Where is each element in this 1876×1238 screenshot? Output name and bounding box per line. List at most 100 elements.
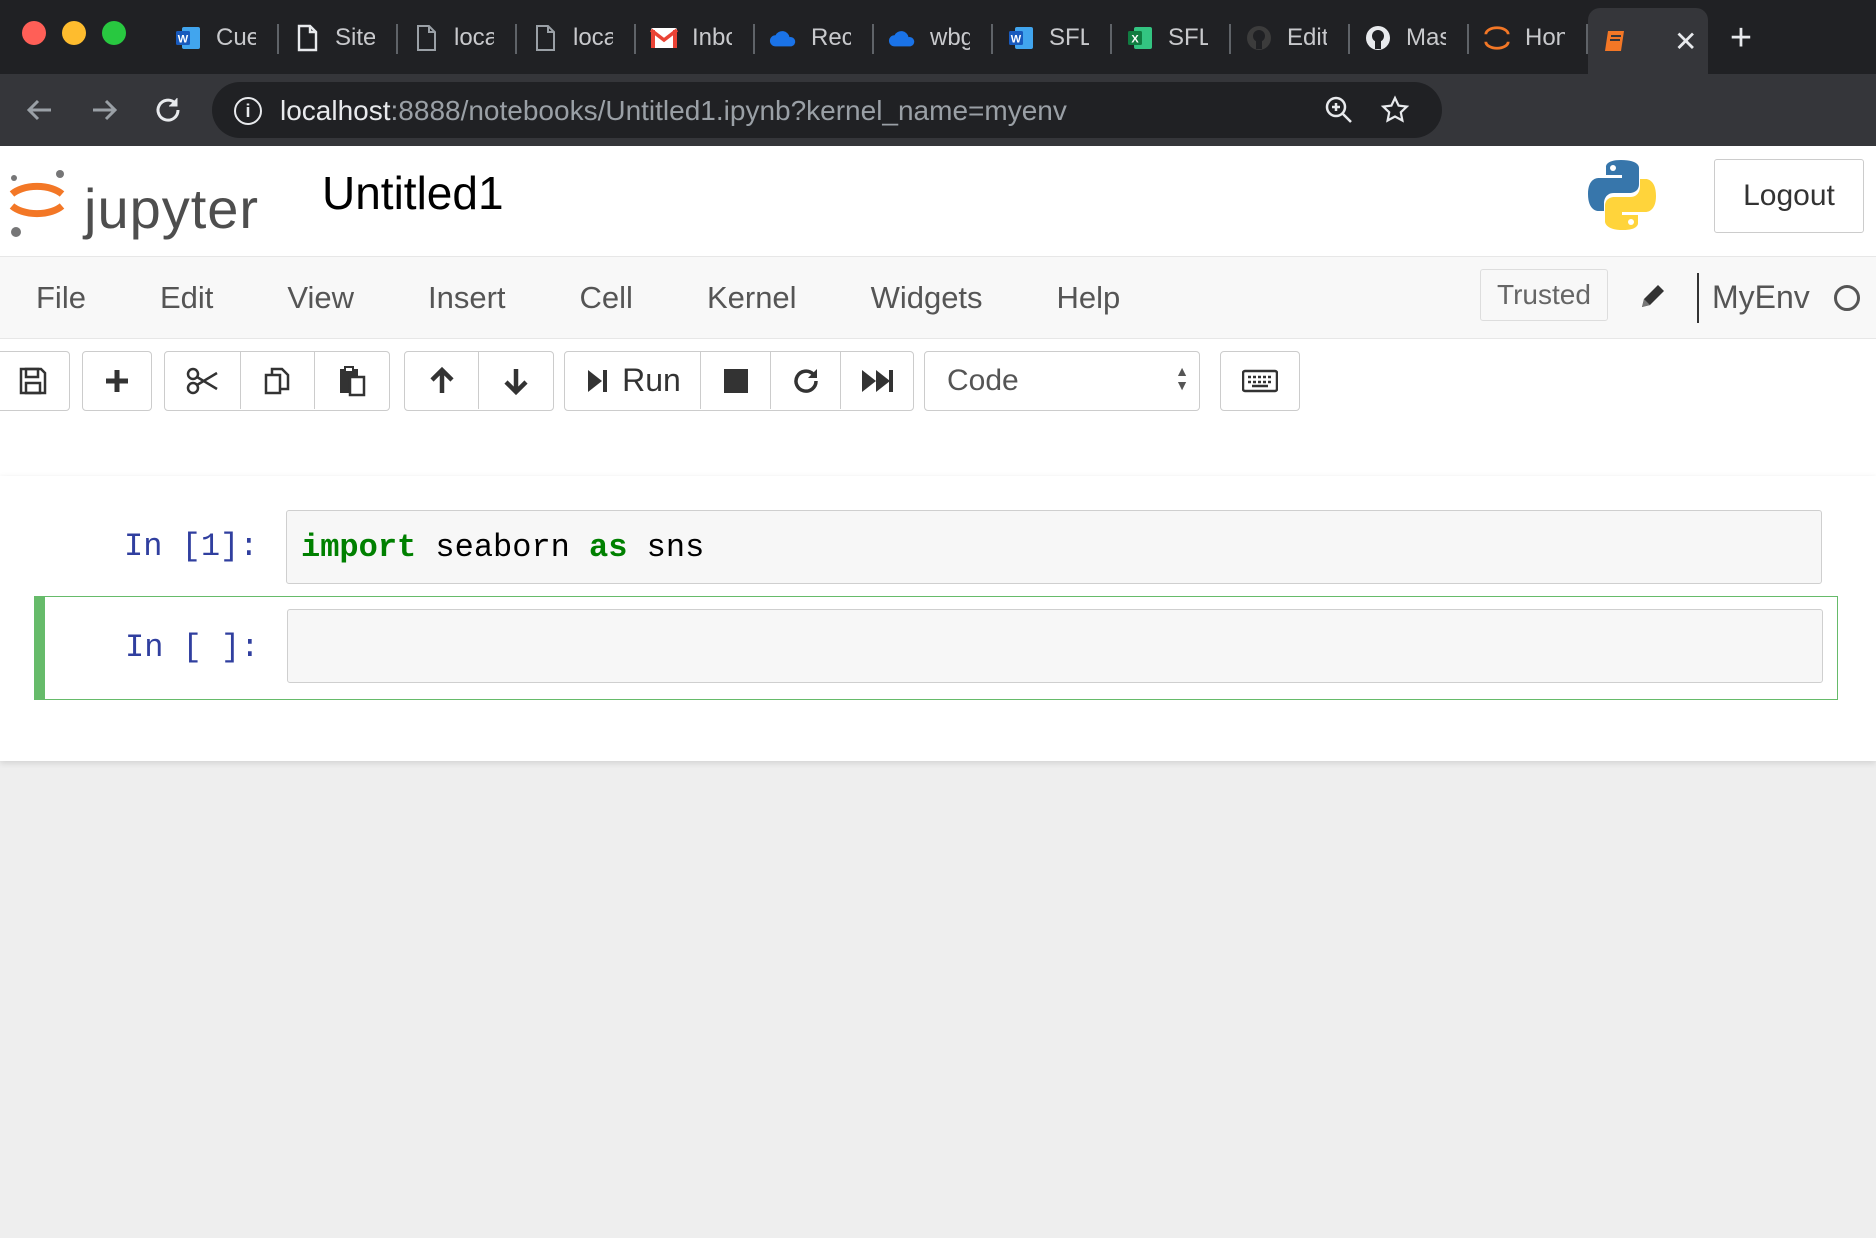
- tab-title: SFL: [1168, 24, 1208, 51]
- restart-button[interactable]: [771, 352, 841, 409]
- minimize-window-button[interactable]: [62, 21, 86, 45]
- tab-strip: W Cue Site loca loca Inbo: [160, 8, 1768, 74]
- maximize-window-button[interactable]: [102, 21, 126, 45]
- select-arrows-icon: ▲ ▼: [1175, 363, 1189, 393]
- fast-forward-icon: [862, 369, 893, 392]
- browser-tab[interactable]: wbg: [874, 8, 993, 68]
- interrupt-button[interactable]: [701, 352, 771, 409]
- bookmark-star-icon[interactable]: [1380, 95, 1410, 125]
- arrow-down-icon: [504, 368, 528, 395]
- copy-button[interactable]: [241, 352, 315, 409]
- word-icon: W: [1007, 24, 1035, 52]
- move-group: [404, 351, 554, 411]
- menubar: File Edit View Insert Cell Kernel Widget…: [0, 257, 1876, 339]
- notebook-page: jupyter Untitled1 Logout File Edit View …: [0, 146, 1876, 1238]
- browser-tab[interactable]: Hon: [1469, 8, 1588, 68]
- tab-title: Edit: [1287, 24, 1327, 51]
- browser-tab[interactable]: Site: [279, 8, 398, 68]
- cut-button[interactable]: [165, 352, 241, 409]
- logout-button[interactable]: Logout: [1714, 159, 1864, 233]
- browser-tab[interactable]: Rec: [755, 8, 874, 68]
- tab-title: Inbo: [692, 24, 732, 51]
- forward-icon[interactable]: [86, 92, 122, 128]
- menu-view[interactable]: View: [250, 257, 391, 339]
- code-editor[interactable]: import seaborn as sns: [286, 510, 1822, 584]
- svg-text:W: W: [1011, 34, 1022, 46]
- browser-tab[interactable]: loca: [398, 8, 517, 68]
- code-cell-selected[interactable]: In [ ]:: [33, 595, 1838, 700]
- stop-icon: [723, 368, 748, 393]
- word-icon: W: [174, 24, 202, 52]
- move-down-button[interactable]: [479, 352, 553, 409]
- document-icon: [293, 24, 321, 52]
- browser-tab[interactable]: Edit: [1231, 8, 1350, 68]
- jupyter-logo[interactable]: jupyter: [6, 160, 286, 240]
- tab-title: Rec: [811, 24, 851, 51]
- copy-icon: [264, 367, 289, 394]
- address-bar[interactable]: i localhost:8888/notebooks/Untitled1.ipy…: [212, 82, 1442, 138]
- code-keyword: as: [589, 529, 628, 566]
- menu-cell[interactable]: Cell: [543, 257, 670, 339]
- menubar-container: File Edit View Insert Cell Kernel Widget…: [0, 256, 1876, 486]
- menu-list: File Edit View Insert Cell Kernel Widget…: [0, 257, 1157, 339]
- keyboard-icon: [1242, 369, 1278, 392]
- cell-type-value: Code: [947, 364, 1019, 397]
- run-button[interactable]: Run: [565, 352, 701, 409]
- browser-tab-active[interactable]: ✕: [1588, 8, 1708, 74]
- menu-widgets[interactable]: Widgets: [834, 257, 1020, 339]
- document-icon: [412, 24, 440, 52]
- cell-type-select[interactable]: Code ▲ ▼: [924, 351, 1200, 411]
- insert-cell-button[interactable]: [83, 352, 151, 409]
- menu-file[interactable]: File: [0, 257, 123, 339]
- browser-toolbar: i localhost:8888/notebooks/Untitled1.ipy…: [0, 74, 1876, 199]
- tab-title: Mas: [1406, 24, 1446, 51]
- command-palette-button[interactable]: [1221, 352, 1299, 409]
- jupyter-icon: [1483, 24, 1511, 52]
- new-tab-button[interactable]: +: [1714, 8, 1768, 68]
- document-icon: [531, 24, 559, 52]
- clipboard-group: [164, 351, 390, 411]
- browser-tab[interactable]: W SFL: [993, 8, 1112, 68]
- keyboard-group: [1220, 351, 1300, 411]
- browser-tab[interactable]: X SFL: [1112, 8, 1231, 68]
- site-info-icon[interactable]: i: [234, 97, 262, 125]
- browser-tab[interactable]: loca: [517, 8, 636, 68]
- excel-icon: X: [1126, 24, 1154, 52]
- menu-insert[interactable]: Insert: [391, 257, 543, 339]
- code-token: sns: [627, 529, 705, 566]
- notebook-toolbar: Run Code ▲ ▼: [0, 339, 1876, 431]
- svg-text:W: W: [178, 34, 189, 46]
- close-tab-icon[interactable]: ✕: [1674, 25, 1697, 58]
- scissors-icon: [186, 367, 218, 394]
- onedrive-icon: [888, 24, 916, 52]
- browser-tab[interactable]: W Cue: [160, 8, 279, 68]
- tab-title: loca: [454, 24, 494, 51]
- trusted-badge[interactable]: Trusted: [1480, 269, 1608, 321]
- browser-tab[interactable]: Mas: [1350, 8, 1469, 68]
- url-path: :8888/notebooks/Untitled1.ipynb?kernel_n…: [390, 95, 1067, 126]
- menu-kernel[interactable]: Kernel: [670, 257, 834, 339]
- url-text[interactable]: localhost:8888/notebooks/Untitled1.ipynb…: [280, 95, 1067, 127]
- menu-help[interactable]: Help: [1020, 257, 1158, 339]
- browser-tab[interactable]: Inbo: [636, 8, 755, 68]
- gmail-icon: [650, 24, 678, 52]
- github-icon: [1245, 24, 1273, 52]
- tab-title: Site: [335, 24, 375, 51]
- save-button[interactable]: [0, 352, 69, 409]
- run-group: Run: [564, 351, 914, 411]
- close-window-button[interactable]: [22, 21, 46, 45]
- back-icon[interactable]: [22, 92, 58, 128]
- code-keyword: import: [301, 529, 417, 566]
- code-token: seaborn: [416, 529, 590, 566]
- notebook-title[interactable]: Untitled1: [322, 166, 504, 220]
- paste-button[interactable]: [315, 352, 389, 409]
- kernel-idle-indicator: [1834, 285, 1860, 311]
- code-cell[interactable]: In [1]: import seaborn as sns: [34, 510, 1838, 590]
- restart-run-all-button[interactable]: [841, 352, 913, 409]
- menu-edit[interactable]: Edit: [123, 257, 250, 339]
- reload-icon[interactable]: [150, 92, 186, 128]
- pencil-icon[interactable]: [1636, 279, 1670, 313]
- move-up-button[interactable]: [405, 352, 479, 409]
- zoom-icon[interactable]: [1324, 95, 1354, 125]
- code-editor[interactable]: [287, 609, 1823, 683]
